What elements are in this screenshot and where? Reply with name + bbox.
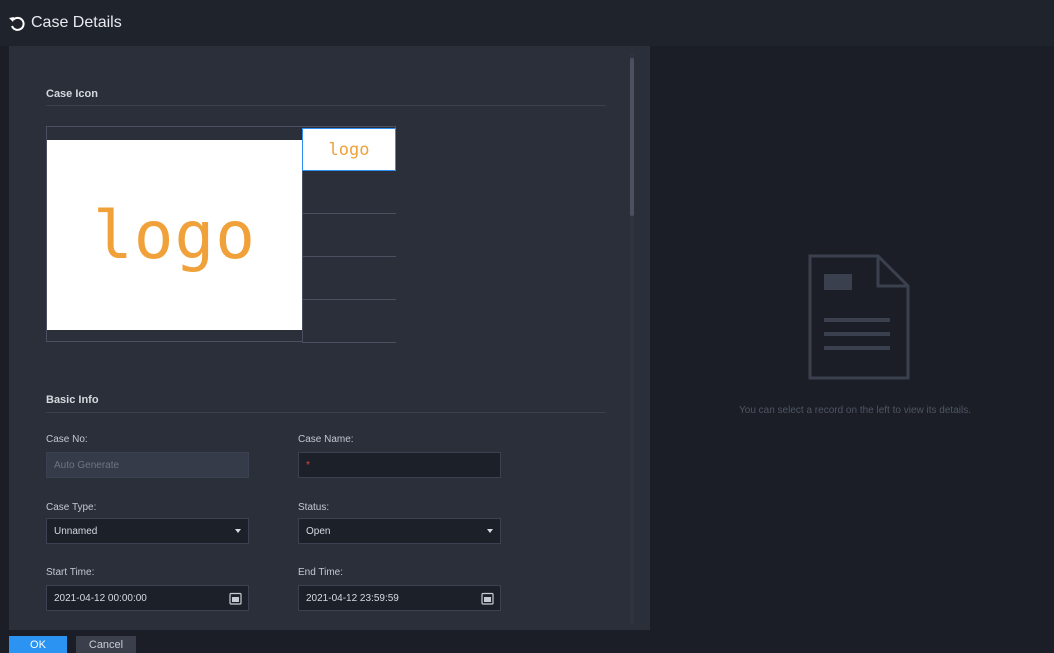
empty-state-message: You can select a record on the left to v… [739, 405, 971, 416]
case-name-input[interactable]: * [298, 452, 501, 478]
scrollbar-thumb[interactable] [630, 58, 634, 216]
page-title: Case Details [31, 14, 122, 31]
icon-thumbnail-list: logo [302, 128, 396, 343]
case-type-value: Unnamed [54, 525, 98, 537]
end-time-picker[interactable]: 2021-04-12 23:59:59 [298, 585, 501, 611]
logo-thumbnail-text: logo [328, 139, 370, 160]
logo-preview-text: logo [93, 196, 256, 274]
case-no-field: Auto Generate [46, 452, 249, 478]
status-select[interactable]: Open [298, 518, 501, 544]
case-name-label: Case Name: [298, 434, 354, 445]
undo-arrow-icon[interactable] [8, 14, 26, 32]
case-no-label: Case No: [46, 434, 88, 445]
case-type-select[interactable]: Unnamed [46, 518, 249, 544]
start-time-value: 2021-04-12 00:00:00 [54, 592, 147, 604]
basic-info-section-title: Basic Info [46, 394, 99, 406]
start-time-picker[interactable]: 2021-04-12 00:00:00 [46, 585, 249, 611]
document-icon [808, 254, 910, 380]
status-value: Open [306, 525, 331, 537]
icon-thumbnail-2[interactable] [302, 171, 396, 214]
start-time-label: Start Time: [46, 567, 95, 578]
icon-thumbnail-4[interactable] [302, 257, 396, 300]
ok-button[interactable]: OK [9, 636, 67, 653]
status-label: Status: [298, 502, 330, 513]
calendar-icon[interactable] [481, 592, 494, 605]
calendar-icon[interactable] [229, 592, 242, 605]
cancel-button[interactable]: Cancel [76, 636, 136, 653]
chevron-down-icon [235, 529, 241, 533]
required-mark: * [306, 459, 310, 471]
chevron-down-icon [487, 529, 493, 533]
case-form-panel: Case Icon logo logo Basic Info Case No: … [9, 46, 650, 630]
icon-thumbnail-5[interactable] [302, 300, 396, 343]
end-time-label: End Time: [298, 567, 344, 578]
case-type-label: Case Type: [46, 502, 97, 513]
icon-thumbnail-1[interactable]: logo [302, 128, 396, 171]
section-divider [46, 412, 606, 413]
case-icon-preview: logo [47, 140, 302, 330]
header-bar: Case Details [0, 0, 1054, 46]
icon-thumbnail-3[interactable] [302, 214, 396, 257]
end-time-value: 2021-04-12 23:59:59 [306, 592, 399, 604]
case-icon-section-title: Case Icon [46, 88, 98, 100]
section-divider [46, 105, 606, 106]
